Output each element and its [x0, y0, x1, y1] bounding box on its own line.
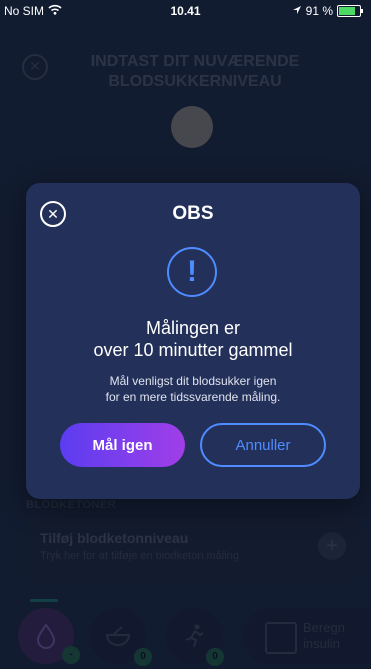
dialog-message-line-1: Mål venligst dit blodsukker igen	[109, 374, 277, 388]
dialog-message: Mål venligst dit blodsukker igen for en …	[26, 373, 360, 405]
battery-percent: 91 %	[305, 4, 333, 18]
measure-again-button[interactable]: Mål igen	[60, 423, 185, 467]
dialog-heading-line-1: Målingen er	[145, 318, 241, 338]
status-bar: No SIM 10.41 91 %	[0, 0, 371, 22]
dialog-heading: Målingen er over 10 minutter gammel	[26, 317, 360, 361]
battery-icon	[337, 5, 363, 17]
alert-dialog: ✕ OBS ! Målingen er over 10 minutter gam…	[26, 183, 360, 499]
cancel-button[interactable]: Annuller	[200, 423, 326, 467]
dialog-heading-line-2: over 10 minutter gammel	[93, 340, 293, 360]
location-arrow-icon	[292, 4, 302, 18]
dialog-message-line-2: for en mere tidssvarende måling.	[105, 390, 281, 404]
dialog-title: OBS	[172, 203, 214, 224]
exclamation-icon: !	[167, 247, 217, 297]
